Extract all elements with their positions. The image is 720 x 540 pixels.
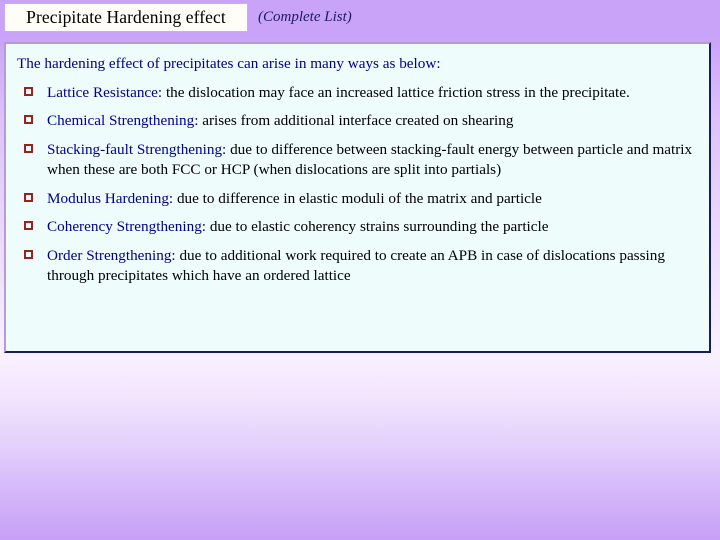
square-bullet-icon [24, 221, 33, 231]
square-bullet-icon [24, 115, 33, 125]
list-item-description: arises from additional interface created… [198, 112, 514, 130]
list-item-term: Lattice Resistance [47, 83, 158, 101]
list-item-description: due to elastic coherency strains surroun… [206, 218, 549, 236]
list-item-term: Coherency Strengthening [47, 218, 202, 236]
list-item: Chemical Strengthening: arises from addi… [12, 111, 703, 131]
square-bullet-icon [24, 250, 33, 260]
slide-title-box: Precipitate Hardening effect [4, 3, 248, 32]
list-item-description: due to difference in elastic moduli of t… [173, 189, 542, 207]
square-bullet-icon [24, 144, 33, 154]
content-panel: The hardening effect of precipitates can… [4, 42, 711, 353]
list-item-term: Chemical Strengthening [47, 112, 195, 130]
list-item-term: Modulus Hardening [47, 189, 169, 207]
page-title: Precipitate Hardening effect [26, 7, 226, 27]
slide-subtitle: (Complete List) [258, 9, 352, 25]
list-item: Lattice Resistance: the dislocation may … [12, 83, 703, 103]
list-item: Coherency Strengthening: due to elastic … [12, 217, 703, 237]
square-bullet-icon [24, 86, 33, 96]
intro-text: The hardening effect of precipitates can… [17, 55, 441, 72]
slide-canvas: Precipitate Hardening effect (Complete L… [0, 0, 720, 540]
list-item: Stacking-fault Strengthening: due to dif… [12, 140, 703, 180]
list-item: Order Strengthening: due to additional w… [12, 246, 703, 286]
list-item-term: Order Strengthening [47, 247, 172, 265]
list-item-term: Stacking-fault Strengthening [47, 141, 223, 159]
list-item-description: the dislocation may face an increased la… [162, 83, 630, 101]
list-item: Modulus Hardening: due to difference in … [12, 189, 703, 209]
square-bullet-icon [24, 192, 33, 202]
hardening-mechanism-list: Lattice Resistance: the dislocation may … [12, 83, 703, 286]
